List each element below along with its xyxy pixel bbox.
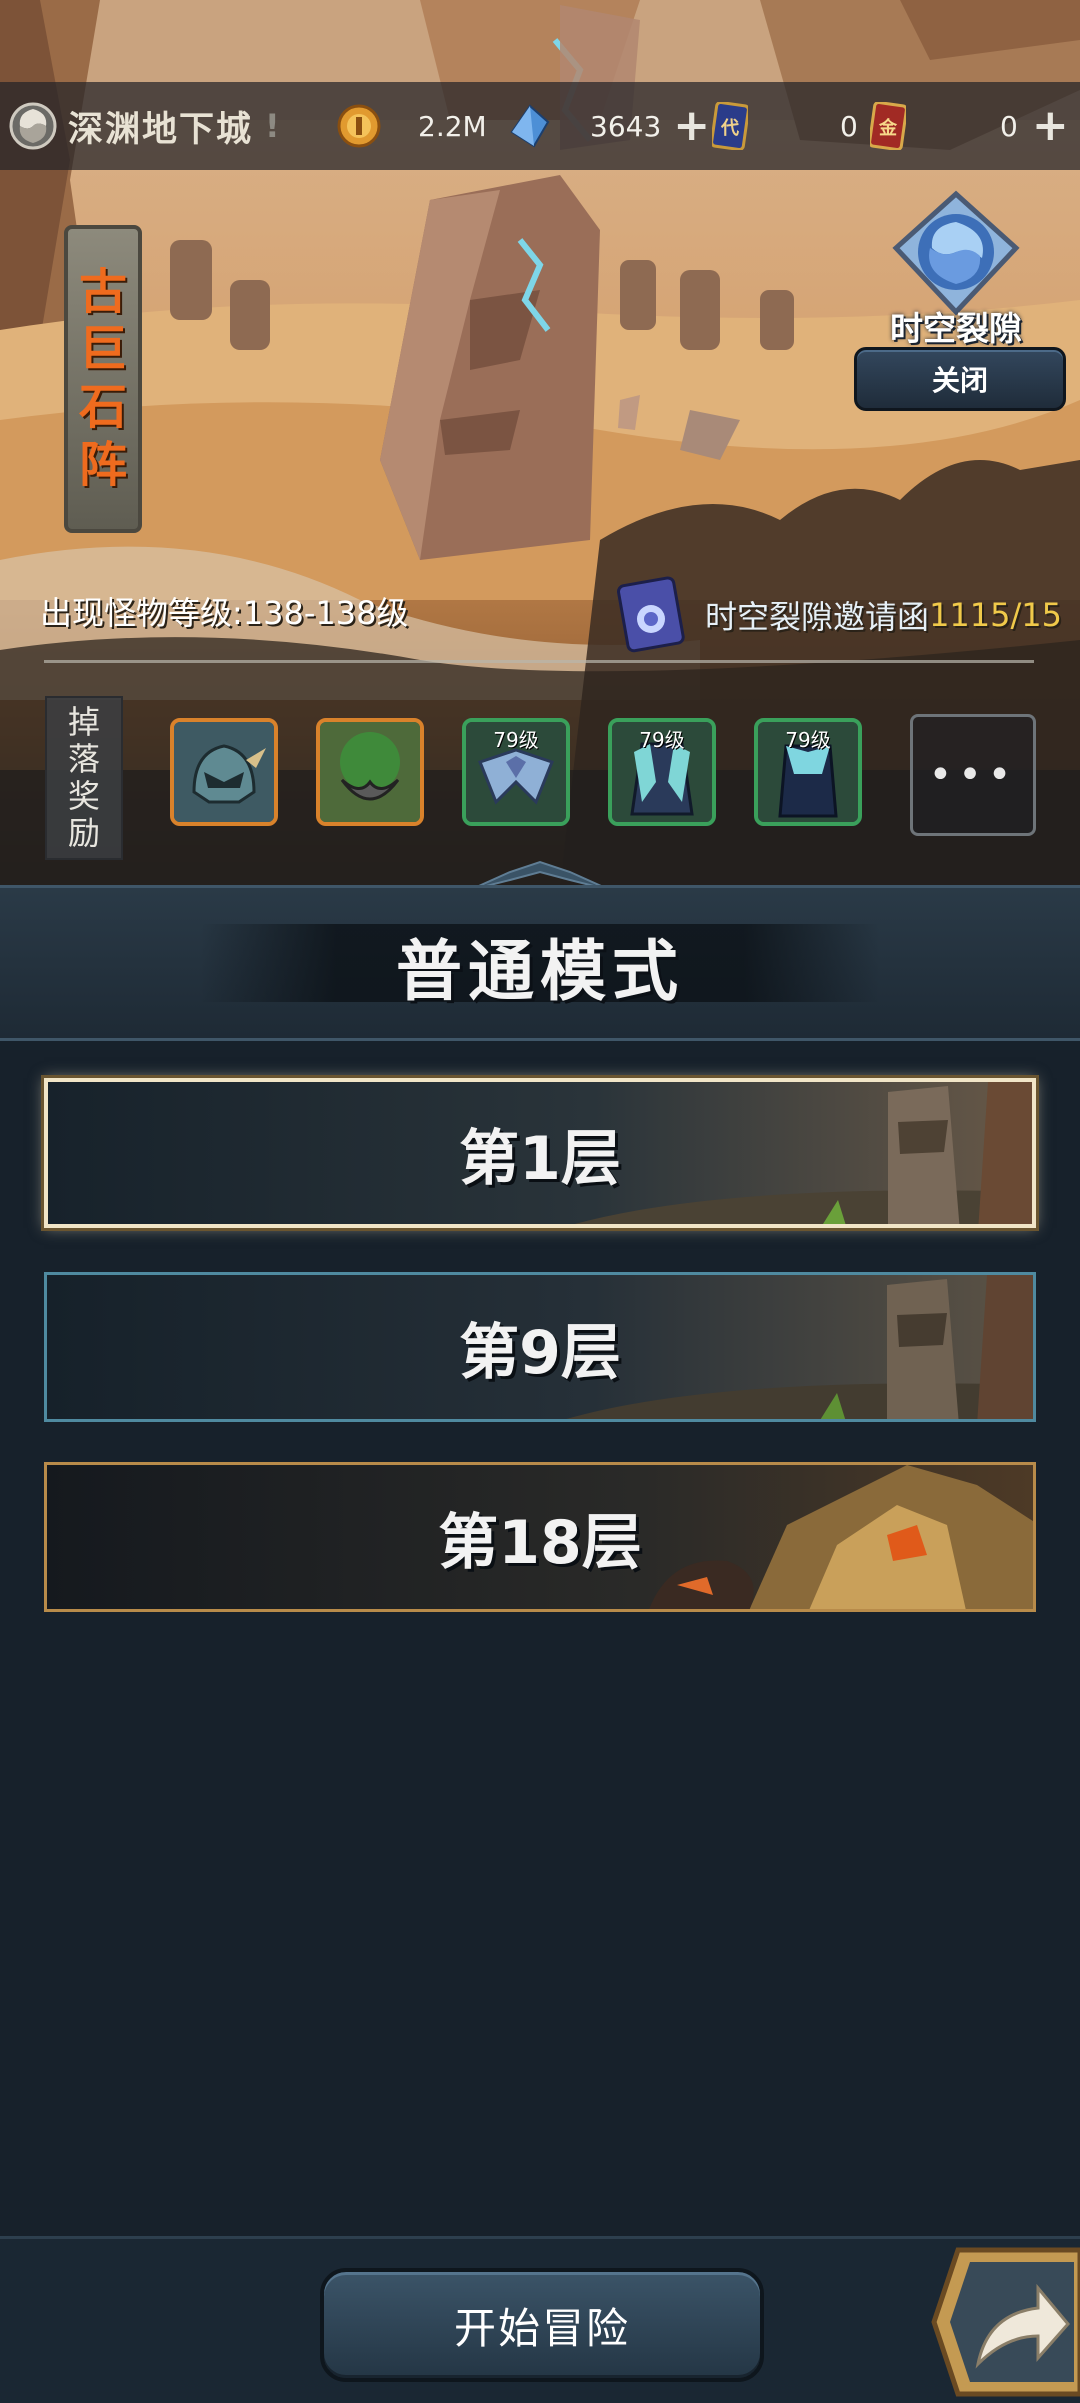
- drop-label-char: 奖: [67, 777, 100, 815]
- crystal-icon: [510, 104, 550, 148]
- item-level-badge: 79级: [493, 728, 539, 752]
- divider: [44, 660, 1034, 663]
- rift-label: 时空裂隙: [890, 309, 1022, 348]
- forward-arrow-button[interactable]: [928, 2244, 1080, 2400]
- item-level-badge: 79级: [639, 728, 685, 752]
- stage-title-char: 巨: [78, 321, 127, 378]
- item-level-badge: 79级: [785, 728, 831, 752]
- drop-item-leaf-stone[interactable]: [316, 718, 424, 826]
- ticket-b-plus-button[interactable]: +: [1032, 104, 1069, 148]
- gold-counter: 2.2M: [336, 82, 487, 170]
- crystal-plus-button[interactable]: +: [673, 104, 710, 148]
- rift-invite-counter: 时空裂隙邀请函 1115/15: [615, 575, 1062, 655]
- svg-text:代: 代: [720, 118, 739, 139]
- crystal-value: 3643: [590, 109, 662, 143]
- ticket-card-red-icon: 金: [870, 102, 906, 150]
- portal-icon: [892, 190, 1020, 316]
- mode-header: 普通模式: [0, 885, 1080, 1041]
- gold-value: 2.2M: [418, 109, 487, 143]
- gold-coin-icon: [337, 104, 381, 148]
- ticket-card-blue-icon: 代: [712, 102, 748, 150]
- drop-label-char: 掉: [67, 703, 100, 742]
- floor-label: 第1层: [459, 1123, 621, 1194]
- stage-title-char: 阵: [78, 436, 127, 493]
- floor-option-9[interactable]: 第9层: [44, 1272, 1036, 1422]
- stage-title-char: 古: [78, 263, 127, 320]
- floor-option-1[interactable]: 第1层: [44, 1078, 1036, 1228]
- drop-item-ice-cloak[interactable]: 79级: [754, 718, 862, 826]
- alert-mark: !: [265, 107, 280, 145]
- dungeon-name: 深渊地下城: [68, 109, 254, 150]
- floor-label: 第18层: [438, 1507, 642, 1578]
- crystal-counter: 3643 +: [508, 82, 710, 170]
- floor-option-18[interactable]: 第18层: [44, 1462, 1036, 1612]
- drop-item-ice-robe[interactable]: 79级: [608, 718, 716, 826]
- ticket-b-counter: 金 0 +: [870, 82, 1069, 170]
- invite-label: 时空裂隙邀请函: [705, 598, 930, 636]
- drop-label-char: 落: [67, 740, 100, 779]
- mode-title: 普通模式: [396, 933, 684, 1010]
- rift-close-button[interactable]: 关闭: [854, 347, 1066, 411]
- dungeon-name-group[interactable]: 深渊地下城 !: [8, 101, 280, 152]
- top-resource-bar: 深渊地下城 ! 2.2M 3643 + 代 0 金 0 +: [0, 82, 1080, 170]
- stage-banner: 深渊地下城 ! 2.2M 3643 + 代 0 金 0 + 古 巨 石 阵 时空…: [0, 0, 1080, 885]
- stage-title-plaque: 古 巨 石 阵: [64, 225, 142, 533]
- more-rewards-button[interactable]: •••: [910, 714, 1036, 836]
- dragon-helmet-icon: [174, 722, 274, 822]
- floor-label: 第9层: [459, 1317, 621, 1388]
- stage-title-char: 石: [78, 379, 127, 435]
- ticket-a-counter: 代 0: [712, 82, 858, 170]
- invite-count: 1115/15: [929, 596, 1062, 634]
- start-adventure-button[interactable]: 开始冒险: [320, 2268, 764, 2382]
- leaf-stone-icon: [320, 722, 420, 822]
- drop-label-char: 励: [67, 813, 100, 852]
- monster-level-text: 出现怪物等级:138-138级: [40, 594, 409, 632]
- svg-text:金: 金: [878, 117, 898, 139]
- invite-card-icon: [617, 576, 685, 653]
- swirl-icon: [9, 102, 57, 150]
- ticket-a-value: 0: [840, 109, 858, 143]
- drop-item-helmet[interactable]: [170, 718, 278, 826]
- ticket-b-value: 0: [1000, 109, 1018, 143]
- drop-rewards-label: 掉 落 奖 励: [45, 696, 123, 860]
- drop-item-ice-shoulder[interactable]: 79级: [462, 718, 570, 826]
